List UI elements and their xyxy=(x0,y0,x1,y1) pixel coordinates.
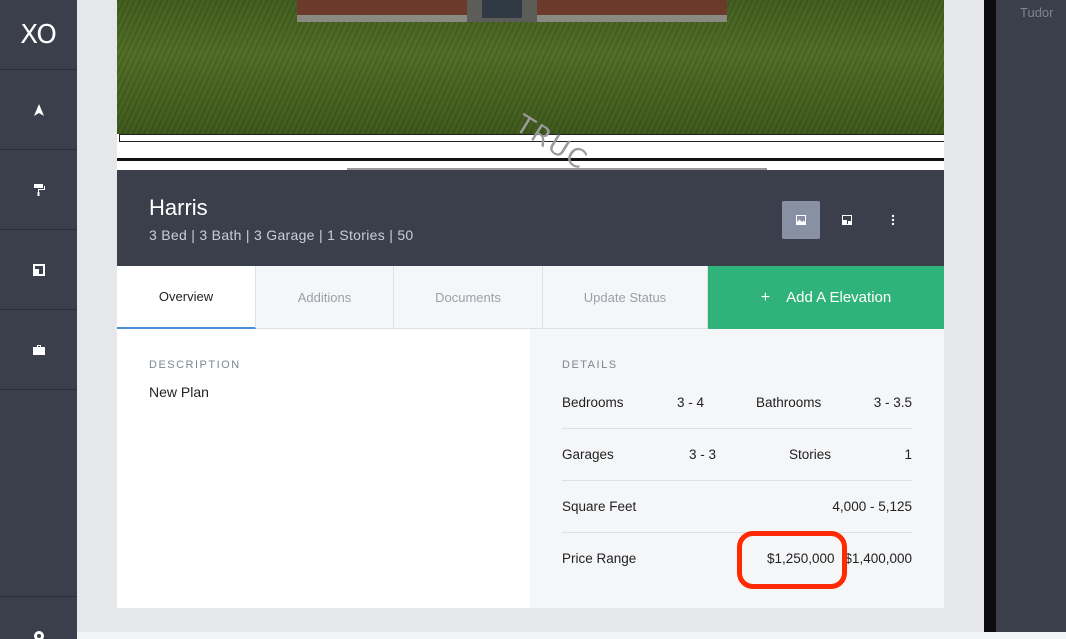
plan-summary: 3 Bed | 3 Bath | 3 Garage | 1 Stories | … xyxy=(149,227,414,243)
sidebar-item-design[interactable] xyxy=(0,150,77,230)
vertical-dots-icon xyxy=(891,214,895,226)
description-text: New Plan xyxy=(149,384,209,400)
image-icon xyxy=(796,215,806,225)
plan-tabs: Overview Additions Documents Update Stat… xyxy=(117,266,944,329)
stories-value: 1 xyxy=(904,447,912,462)
description-section: DESCRIPTION New Plan xyxy=(117,329,530,608)
elevation-image: TRUC xyxy=(117,0,944,170)
details-label: DETAILS xyxy=(562,359,618,371)
floorplan-icon xyxy=(32,263,45,276)
more-options-button[interactable] xyxy=(874,201,912,239)
bedrooms-label: Bedrooms xyxy=(562,395,624,410)
tab-update-status[interactable]: Update Status xyxy=(543,266,708,329)
price-range-label: Price Range xyxy=(562,551,637,566)
square-feet-value: 4,000 - 5,125 xyxy=(832,499,912,514)
plus-icon: + xyxy=(760,288,771,306)
plan-header: Harris 3 Bed | 3 Bath | 3 Garage | 1 Sto… xyxy=(117,170,944,266)
detail-row-bedrooms-bathrooms: Bedrooms 3 - 4 Bathrooms 3 - 3.5 xyxy=(562,395,912,447)
tab-additions[interactable]: Additions xyxy=(256,266,394,329)
right-panel-label[interactable]: Tudor xyxy=(1020,5,1053,20)
location-arrow-icon xyxy=(33,103,44,116)
image-view-button[interactable] xyxy=(782,201,820,239)
sidebar-item-location[interactable] xyxy=(0,70,77,150)
garages-label: Garages xyxy=(562,447,614,462)
annotation-highlight-ring xyxy=(737,531,847,589)
garages-value: 3 - 3 xyxy=(689,447,717,462)
gear-icon xyxy=(33,631,44,639)
paint-roller-icon xyxy=(33,183,45,196)
add-elevation-button[interactable]: + Add A Elevation xyxy=(708,266,944,329)
bathrooms-value: 3 - 3.5 xyxy=(873,395,912,410)
add-elevation-label: Add A Elevation xyxy=(786,289,892,306)
sidebar-item-portfolio[interactable] xyxy=(0,310,77,390)
description-label: DESCRIPTION xyxy=(149,359,241,371)
tab-overview[interactable]: Overview xyxy=(117,266,256,329)
sidebar-item-floorplans[interactable] xyxy=(0,230,77,310)
plan-title: Harris xyxy=(149,195,208,220)
floorplan-icon xyxy=(842,215,852,225)
bathrooms-label: Bathrooms xyxy=(756,395,822,410)
sidebar: XO xyxy=(0,0,77,639)
main-content: TRUC Harris 3 Bed | 3 Bath | 3 Garage | … xyxy=(77,0,984,639)
floorplan-view-button[interactable] xyxy=(828,201,866,239)
price-max-value: $1,400,000 xyxy=(844,551,912,566)
bedrooms-value: 3 - 4 xyxy=(677,395,705,410)
square-feet-label: Square Feet xyxy=(562,499,637,514)
right-panel xyxy=(996,0,1066,632)
tab-documents[interactable]: Documents xyxy=(394,266,543,329)
sidebar-item-settings[interactable] xyxy=(0,596,77,639)
bottom-bar xyxy=(77,632,1066,639)
plan-card: TRUC Harris 3 Bed | 3 Bath | 3 Garage | … xyxy=(117,0,944,608)
stories-label: Stories xyxy=(789,447,832,462)
app-logo[interactable]: XO xyxy=(0,0,77,70)
panel-divider xyxy=(984,0,996,632)
briefcase-icon xyxy=(32,344,45,355)
detail-row-garages-stories: Garages 3 - 3 Stories 1 xyxy=(562,447,912,499)
